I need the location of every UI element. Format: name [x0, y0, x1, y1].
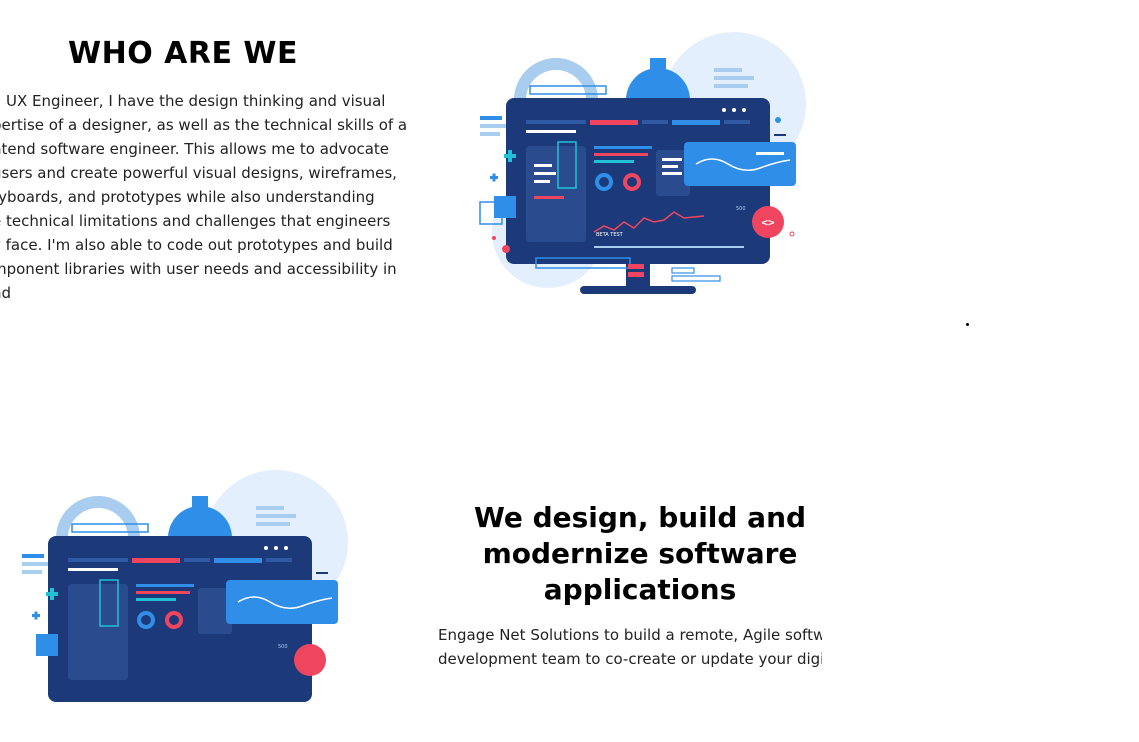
we-design-paragraph: Engage Net Solutions to build a remote, … — [438, 623, 822, 671]
software-dashboard-illustration: 500 BETA TEST <> — [479, 32, 806, 294]
paragraph-line: users and create powerful visual designs… — [0, 164, 397, 182]
paragraph-line: development team to co-create or update … — [438, 650, 822, 668]
title-line: modernize software — [482, 537, 798, 570]
title-line: applications — [543, 573, 737, 606]
chart-card — [684, 142, 796, 186]
title-line: We design, build and — [473, 501, 807, 534]
paragraph-line: e technical limitations and challenges t… — [0, 212, 391, 230]
paragraph-line: Engage Net Solutions to build a remote, … — [438, 626, 822, 644]
section-title-we-design: We design, build and modernize software … — [440, 500, 840, 608]
paragraph-line: ryboards, and prototypes while also unde… — [0, 188, 375, 206]
paragraph-line: a UX Engineer, I have the design thinkin… — [0, 92, 386, 110]
paragraph-line: ntend software engineer. This allows me … — [0, 140, 390, 158]
paragraph-line: pertise of a designer, as well as the te… — [0, 116, 408, 134]
chart-value-label: 500 — [736, 206, 746, 212]
paragraph-line: y face. I'm also able to code out protot… — [0, 236, 393, 254]
svg-text:<>: <> — [761, 216, 775, 229]
paragraph-line: mponent libraries with user needs and ac… — [0, 260, 397, 278]
code-badge-icon — [294, 644, 326, 676]
beta-test-label: BETA TEST — [596, 232, 624, 238]
section-title-who-are-we: WHO ARE WE — [68, 36, 298, 71]
software-dashboard-illustration: 500 — [22, 470, 348, 702]
who-are-we-paragraph: a UX Engineer, I have the design thinkin… — [0, 89, 408, 305]
stray-dot — [966, 323, 969, 326]
chart-value-label: 500 — [278, 644, 288, 650]
paragraph-line: nd — [0, 284, 12, 302]
